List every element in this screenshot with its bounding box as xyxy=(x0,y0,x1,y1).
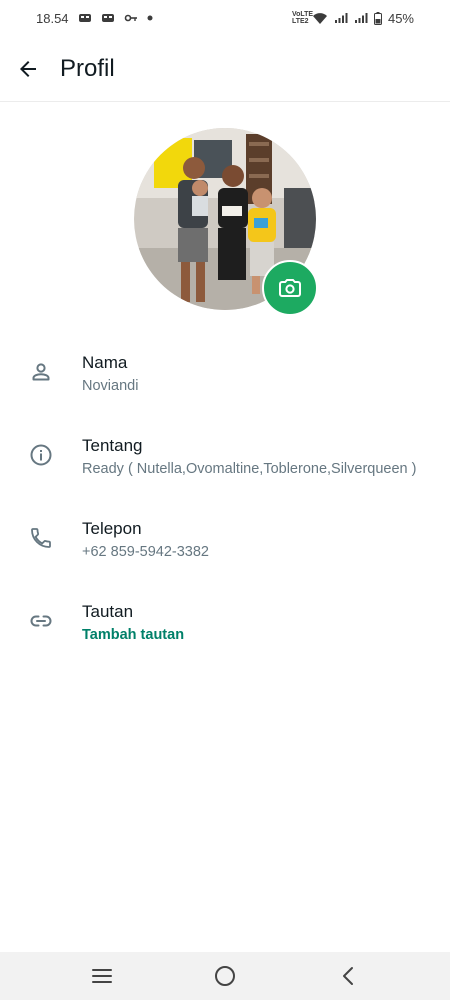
volte-line2: LTE2 xyxy=(291,18,309,25)
signal-icon xyxy=(354,12,368,24)
status-bar-right: VoLTE LTE2 45% xyxy=(292,11,414,26)
row-name-text: Nama Noviandi xyxy=(82,346,450,396)
row-phone-value: +62 859-5942-3382 xyxy=(82,544,209,560)
info-icon xyxy=(0,429,82,467)
person-icon xyxy=(0,346,82,384)
add-link-button[interactable]: Tambah tautan xyxy=(82,625,442,645)
back-button[interactable] xyxy=(0,41,56,97)
system-back-button[interactable] xyxy=(324,952,372,1000)
row-name-label: Nama xyxy=(82,353,128,372)
page-title: Profil xyxy=(60,54,115,82)
row-name[interactable]: Nama Noviandi xyxy=(0,346,450,416)
signal-icon xyxy=(334,12,348,24)
status-time: 18.54 xyxy=(36,10,69,26)
status-bar-left: 18.54 xyxy=(36,11,153,26)
row-about[interactable]: Tentang Ready ( Nutella,Ovomaltine,Toble… xyxy=(0,429,450,499)
row-name-value: Noviandi xyxy=(82,378,139,394)
row-about-label: Tentang xyxy=(82,436,143,455)
arrow-left-icon xyxy=(20,60,36,77)
battery-percent: 45% xyxy=(387,10,414,26)
row-phone-label: Telepon xyxy=(82,519,142,538)
back-chevron-icon xyxy=(343,967,354,985)
menu-icon xyxy=(91,969,112,983)
home-button[interactable] xyxy=(201,952,249,1000)
row-phone-text: Telepon +62 859-5942-3382 xyxy=(82,512,450,562)
phone-icon xyxy=(0,512,82,550)
row-about-value: Ready ( Nutella,Ovomaltine,Toblerone,Sil… xyxy=(82,461,417,477)
change-photo-button[interactable] xyxy=(262,260,318,316)
row-links-label: Tautan xyxy=(82,602,134,621)
wifi-icon xyxy=(312,12,328,25)
dot-icon xyxy=(147,15,153,21)
row-phone[interactable]: Telepon +62 859-5942-3382 xyxy=(0,512,450,582)
volte-line1: VoLTE xyxy=(291,11,314,18)
status-bar: 18.54 VoLTE LTE2 45% xyxy=(0,0,450,36)
volte-indicator: VoLTE LTE2 xyxy=(291,11,314,25)
home-circle-icon xyxy=(214,966,235,986)
game-controller-icon xyxy=(101,12,115,24)
row-links-text: Tautan Tambah tautan xyxy=(82,595,450,645)
key-icon xyxy=(124,12,138,24)
row-links[interactable]: Tautan Tambah tautan xyxy=(0,595,450,665)
camera-icon xyxy=(279,279,301,297)
profile-photo-container xyxy=(134,128,318,316)
recent-apps-button[interactable] xyxy=(78,952,126,1000)
row-about-text: Tentang Ready ( Nutella,Ovomaltine,Toble… xyxy=(82,429,450,479)
app-bar: Profil xyxy=(0,36,450,102)
system-nav-bar xyxy=(0,952,450,1000)
link-icon xyxy=(0,595,82,633)
battery-icon xyxy=(373,11,382,25)
game-controller-icon xyxy=(78,12,92,24)
